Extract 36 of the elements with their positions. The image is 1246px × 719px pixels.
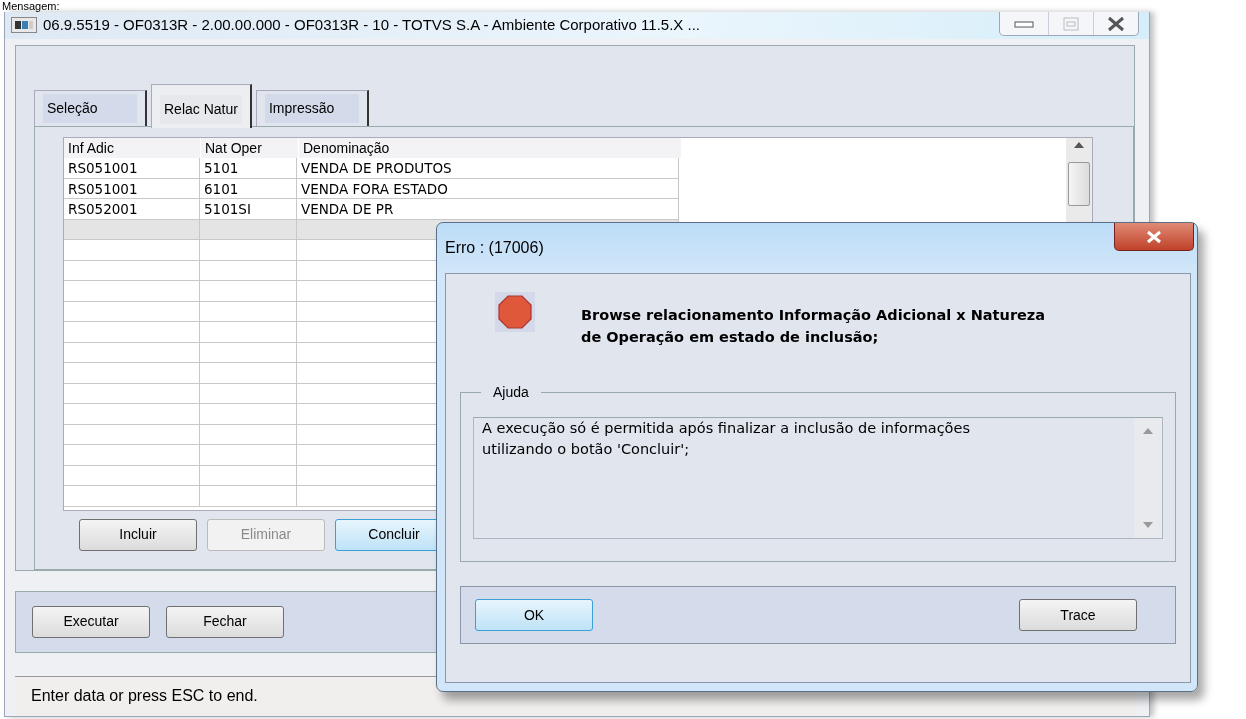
column-header: Nat Oper xyxy=(201,137,298,159)
table-cell: 5101SI xyxy=(200,199,297,220)
scroll-thumb[interactable] xyxy=(1068,161,1090,206)
stop-icon xyxy=(495,292,535,332)
button[interactable]: Trace xyxy=(1019,599,1137,631)
button[interactable]: Incluir xyxy=(79,518,197,551)
button[interactable]: Fechar xyxy=(166,605,284,638)
caption-text: Mensagem: xyxy=(1,0,61,12)
tab[interactable]: Relac Natur xyxy=(151,83,252,128)
minimize-icon xyxy=(1014,18,1034,29)
button[interactable]: OK xyxy=(475,599,593,631)
maximize-icon xyxy=(1063,16,1079,31)
button[interactable]: Executar xyxy=(32,605,150,638)
close-icon xyxy=(1145,229,1163,244)
table-cell: RS051001 xyxy=(64,158,200,179)
error-message: Browse relacionamento Informação Adicional x Natureza de Operação em estado de inclusão; xyxy=(581,306,1047,347)
dialog-title: Erro : (17006) xyxy=(445,238,544,258)
window-title: 06.9.5519 - OF0313R - 2.00.00.000 - OF0313R - 10 - TOTVS S.A - Ambiente Corporativo 11.5.X ... xyxy=(43,15,700,36)
tab[interactable]: Impressão xyxy=(255,89,369,126)
up-arrow-icon[interactable] xyxy=(1074,141,1084,148)
tab[interactable]: Seleção xyxy=(34,89,147,126)
app-icon xyxy=(11,17,37,34)
table-cell: VENDA DE PR xyxy=(297,199,679,220)
table-cell: RS052001 xyxy=(64,199,200,220)
table-cell: 6101 xyxy=(200,178,297,200)
close-icon xyxy=(1106,15,1126,32)
table-cell: VENDA FORA ESTADO xyxy=(297,178,679,200)
table-cell: 5101 xyxy=(200,158,297,179)
down-arrow-icon[interactable] xyxy=(1143,522,1153,528)
help-text-area[interactable]: A execução só é permitida após finalizar a inclusão de informações utilizando o botão 'Concluir'; xyxy=(473,417,1163,539)
table-cell: RS051001 xyxy=(64,178,200,200)
table-cell: VENDA DE PRODUTOS xyxy=(297,158,679,179)
column-header: Inf Adic xyxy=(64,137,200,159)
close-button[interactable] xyxy=(1114,223,1194,251)
status-text: Enter data or press ESC to end. xyxy=(31,686,258,707)
column-header: Denominação xyxy=(299,137,681,159)
